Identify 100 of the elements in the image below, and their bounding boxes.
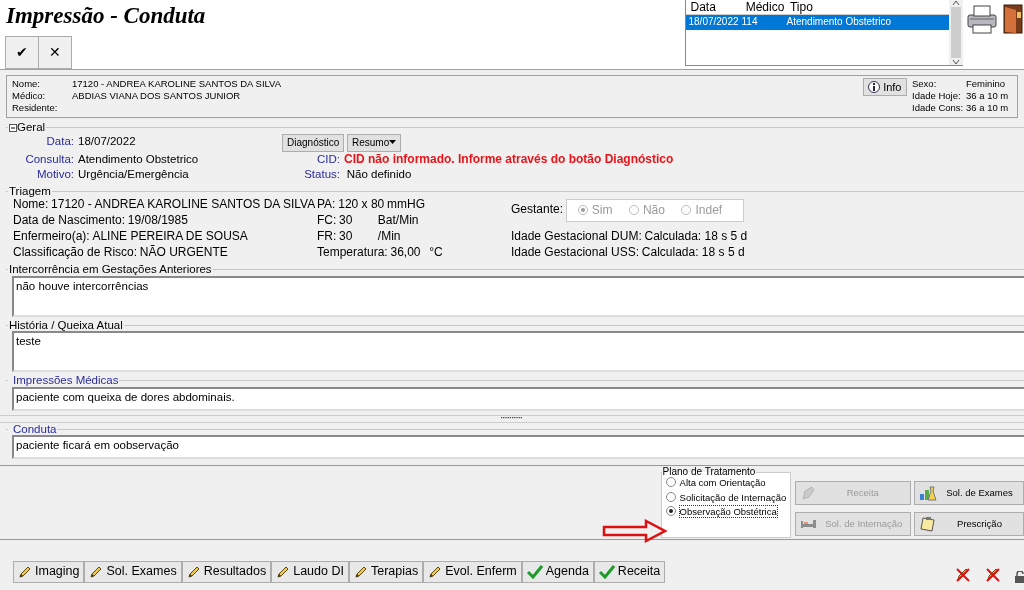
check-icon bbox=[526, 565, 543, 580]
text-area[interactable]: não houve intercorrências bbox=[12, 275, 1024, 317]
field-label: Temperatura: bbox=[317, 245, 388, 261]
scroll-down-icon[interactable] bbox=[951, 59, 960, 65]
table-cell-text: Atendimento Obstetrico bbox=[786, 16, 892, 29]
section-title: Conduta bbox=[12, 423, 58, 436]
splitter-handle[interactable] bbox=[501, 415, 523, 419]
pencil-icon bbox=[186, 565, 201, 580]
field-value: Feminino bbox=[966, 78, 1006, 90]
field-label: Consulta: bbox=[24, 151, 74, 167]
radio-option[interactable]: Solicitação de Internação bbox=[665, 491, 787, 504]
field-label: Data de Nascimento: bbox=[13, 213, 126, 229]
group-title: Plano de Tratamento bbox=[661, 467, 757, 478]
field-value: 36,00 bbox=[390, 245, 422, 261]
flask-icon bbox=[919, 485, 937, 502]
field-label: Residente: bbox=[12, 101, 59, 114]
section-title: Intercorrência em Gestações Anteriores bbox=[8, 264, 213, 276]
window-title: Impressão - Conduta bbox=[5, 2, 207, 30]
field-label: Idade Cons: bbox=[912, 101, 965, 114]
radio-option[interactable]: Observação Obstétrica bbox=[665, 506, 777, 519]
field-value: 120 x 80 bbox=[338, 197, 385, 213]
field-label: FR: bbox=[317, 229, 337, 245]
scroll-up-icon[interactable] bbox=[951, 0, 960, 6]
section-title: Impressões Médicas bbox=[12, 375, 120, 387]
text-area[interactable]: paciente com queixa de dores abdominais. bbox=[12, 386, 1024, 411]
field-label: Nome: bbox=[13, 197, 49, 213]
field-value: ALINE PEREIRA DE SOUSA bbox=[92, 229, 248, 245]
delete-pencil-icon[interactable] bbox=[985, 567, 1001, 584]
field-value: Urgência/Emergência bbox=[78, 166, 190, 181]
action-button[interactable]: Prescrição bbox=[914, 511, 1024, 536]
section-title: Triagem bbox=[8, 185, 52, 198]
unit-label: Bat/Min bbox=[377, 213, 419, 229]
bed-icon bbox=[800, 518, 819, 529]
scrollbar[interactable] bbox=[948, 0, 963, 66]
clipboard-icon bbox=[919, 515, 937, 532]
diagnosis-button[interactable]: Diagnóstico bbox=[282, 133, 345, 152]
field-value: 36 a 10 m bbox=[966, 89, 1009, 102]
field-label: FC: bbox=[317, 213, 337, 229]
field-label: Nome: bbox=[12, 78, 41, 90]
delete-pencil-icon[interactable] bbox=[955, 567, 971, 584]
action-button[interactable]: Sol. de Exames bbox=[914, 481, 1024, 506]
field-value: Não definido bbox=[345, 166, 413, 181]
printer-icon[interactable] bbox=[965, 2, 1000, 35]
column-header: Médico bbox=[744, 0, 786, 14]
field-label: Sexo: bbox=[912, 78, 938, 90]
tab-button[interactable]: Receita bbox=[593, 561, 666, 584]
toolbar-button[interactable]: ✕ bbox=[37, 36, 72, 69]
pencil-icon bbox=[89, 565, 104, 580]
table-cell-text: 18/07/2022 bbox=[687, 16, 740, 29]
field-label: Médico: bbox=[12, 89, 47, 102]
field-value: Atendimento Obstetrico bbox=[78, 151, 200, 167]
column-header: Data bbox=[689, 0, 717, 14]
field-value: NÃO URGENTE bbox=[139, 245, 228, 261]
field-value: CID não informado. Informe através do botão Diagnóstico bbox=[344, 151, 675, 167]
field-label: Status: bbox=[303, 166, 340, 181]
text-area[interactable]: teste bbox=[12, 331, 1024, 373]
section-title: História / Queixa Atual bbox=[8, 319, 124, 332]
tab-button[interactable]: Sol. Exames bbox=[84, 561, 182, 584]
annotation-arrow bbox=[602, 519, 668, 544]
pencil-icon bbox=[276, 565, 291, 580]
dropdown-button[interactable]: Resumo bbox=[347, 133, 402, 152]
field-label: CID: bbox=[316, 151, 340, 167]
pencil-icon bbox=[428, 565, 443, 580]
field-label: Classificação de Risco: bbox=[13, 245, 138, 261]
tab-button[interactable]: Laudo DI bbox=[271, 561, 349, 584]
field-label: Idade Gestacional USS: bbox=[511, 245, 640, 261]
field-label: Enfermeiro(a): bbox=[13, 229, 90, 245]
table-cell-text: 114 bbox=[741, 16, 759, 29]
tab-button[interactable]: Resultados bbox=[181, 561, 272, 584]
table-row[interactable]: 18/07/2022 114 Atendimento Obstetrico bbox=[685, 15, 949, 30]
info-button[interactable]: Info bbox=[863, 78, 907, 96]
pen-icon bbox=[800, 485, 817, 502]
door-icon[interactable] bbox=[1002, 2, 1024, 35]
field-value: 30 bbox=[339, 229, 354, 245]
field-label: Data: bbox=[45, 133, 74, 149]
radio-option[interactable]: Alta com Orientação bbox=[665, 477, 766, 489]
field-value: 19/08/1985 bbox=[127, 213, 188, 229]
section-title: Geral bbox=[17, 122, 46, 134]
unit-label: /Min bbox=[377, 229, 401, 245]
unit-label: mmHG bbox=[387, 197, 425, 213]
field-label: PA: bbox=[317, 197, 336, 213]
lock-icon[interactable] bbox=[1015, 571, 1024, 584]
field-value: 36 a 10 m bbox=[966, 101, 1009, 114]
collapse-icon[interactable] bbox=[9, 123, 17, 132]
check-icon bbox=[598, 565, 615, 580]
info-icon bbox=[868, 81, 881, 93]
tab-button[interactable]: Terapias bbox=[348, 561, 424, 584]
tab-button[interactable]: Evol. Enferm bbox=[423, 561, 522, 584]
field-label: Gestante: bbox=[511, 202, 564, 218]
tab-button[interactable]: Agenda bbox=[521, 561, 594, 584]
text-area[interactable]: paciente ficará em oobservação bbox=[12, 435, 1024, 460]
toolbar-button[interactable]: ✔ bbox=[4, 36, 39, 69]
field-value: 30 bbox=[339, 213, 354, 229]
pencil-icon bbox=[18, 565, 32, 580]
column-header: Tipo bbox=[789, 0, 814, 14]
field-label: Idade Gestacional DUM: bbox=[511, 229, 642, 245]
field-value: Calculada: 18 s 5 d bbox=[641, 245, 745, 261]
field-label: Motivo: bbox=[35, 166, 74, 181]
tab-button[interactable]: Imaging bbox=[13, 561, 85, 584]
field-value: Calculada: 18 s 5 d bbox=[644, 229, 748, 245]
